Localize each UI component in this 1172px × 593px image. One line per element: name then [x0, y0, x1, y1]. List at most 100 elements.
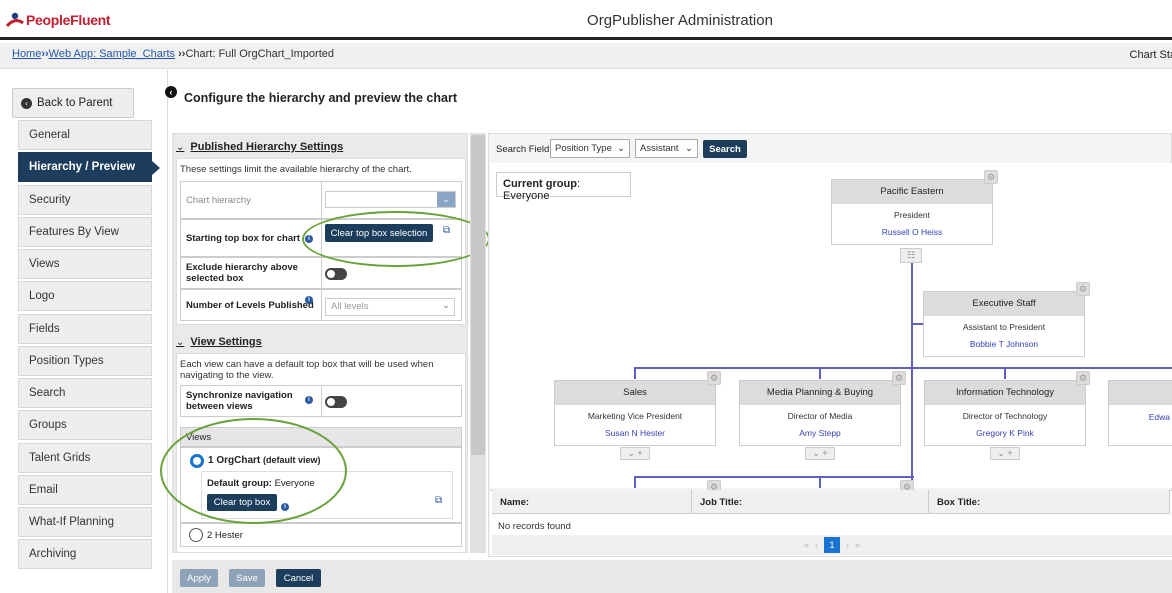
- save-button[interactable]: Save: [229, 569, 265, 587]
- view-radio[interactable]: [189, 528, 203, 542]
- gear-icon[interactable]: ⚙: [1076, 282, 1090, 296]
- org-box-title: Executive Staff: [924, 292, 1084, 316]
- levels-published-value: All levels: [331, 301, 369, 312]
- org-box-executive-staff[interactable]: Executive Staff Assistant to President B…: [923, 291, 1085, 357]
- breadcrumb-webapp-link[interactable]: Web App: Sample_Charts: [49, 48, 175, 60]
- collapse-expand-icon[interactable]: ⌄ +: [990, 447, 1020, 460]
- exclude-hierarchy-toggle[interactable]: [325, 268, 347, 280]
- view-settings-description: Each view can have a default top box tha…: [180, 359, 434, 381]
- collapse-panel-icon[interactable]: ‹: [165, 86, 177, 98]
- connector-line: [1004, 367, 1006, 379]
- org-box-job: Assistant to President: [962, 322, 1046, 332]
- highlight-oval: [160, 418, 347, 524]
- current-group-value: Everyone: [503, 190, 550, 202]
- chevron-down-icon: ⌄: [685, 143, 693, 154]
- nav-item-general[interactable]: General: [18, 120, 152, 150]
- nav-item-talent-grids[interactable]: Talent Grids: [18, 443, 152, 473]
- nav-item-groups[interactable]: Groups: [18, 410, 152, 440]
- search-field-select[interactable]: Position Type ⌄: [550, 139, 630, 158]
- page-number-button[interactable]: 1: [824, 537, 840, 553]
- collapse-expand-icon[interactable]: ⌄ +: [620, 447, 650, 460]
- starting-box-label: Starting top box for chart: [181, 220, 322, 256]
- search-button[interactable]: Search: [703, 140, 747, 158]
- org-box-person[interactable]: Amy Stepp: [740, 428, 900, 438]
- last-page-icon[interactable]: »: [855, 540, 860, 550]
- org-box-pacific-eastern[interactable]: Pacific Eastern President Russell O Heis…: [831, 179, 993, 245]
- chevron-down-icon[interactable]: ⌄: [437, 192, 455, 207]
- org-box-job: President: [894, 210, 930, 220]
- nav-item-security[interactable]: Security: [18, 185, 152, 215]
- org-box-title: Media Planning & Buying: [740, 381, 900, 405]
- breadcrumb-current: Chart: Full OrgChart_Imported: [185, 48, 334, 60]
- view-settings-header[interactable]: ⌄ View Settings: [176, 331, 466, 353]
- footer-bar: [172, 560, 1172, 593]
- org-box-job: Director of Technology: [962, 411, 1048, 421]
- nav-item-features-by-view[interactable]: Features By View: [18, 217, 152, 247]
- info-icon[interactable]: i: [305, 396, 313, 404]
- org-box-sales[interactable]: Sales Marketing Vice President Susan N H…: [554, 380, 716, 446]
- nav-item-fields[interactable]: Fields: [18, 314, 152, 344]
- org-box-title: Information Technology: [925, 381, 1085, 405]
- breadcrumb: Home››Web App: Sample_Charts ››Chart: Fu…: [0, 43, 1172, 69]
- org-box-person[interactable]: Susan N Hester: [555, 428, 715, 438]
- nav-item-views[interactable]: Views: [18, 249, 152, 279]
- gear-icon[interactable]: ⚙: [1076, 371, 1090, 385]
- nav-item-position-types[interactable]: Position Types: [18, 346, 152, 376]
- app-title: OrgPublisher Administration: [587, 12, 773, 29]
- nav-item-what-if-planning[interactable]: What-If Planning: [18, 507, 152, 537]
- levels-published-select[interactable]: All levels ⌄: [325, 298, 455, 316]
- highlight-oval: [302, 211, 490, 267]
- back-to-parent-button[interactable]: ‹ Back to Parent: [12, 88, 134, 118]
- prev-page-icon[interactable]: ‹: [815, 540, 818, 550]
- nav-item-hierarchy-preview[interactable]: Hierarchy / Preview: [18, 152, 160, 182]
- nav-item-search[interactable]: Search: [18, 378, 152, 408]
- org-box-information-technology[interactable]: Information Technology Director of Techn…: [924, 380, 1086, 446]
- org-box-person[interactable]: Gregory K Pink: [925, 428, 1085, 438]
- gear-icon[interactable]: ⚙: [892, 371, 906, 385]
- exclude-hierarchy-label: Exclude hierarchy above selected box: [181, 258, 322, 288]
- view-2-name: 2 Hester: [207, 530, 243, 541]
- connector-line: [634, 367, 1172, 369]
- gear-icon[interactable]: ⚙: [707, 371, 721, 385]
- back-to-parent-label: Back to Parent: [37, 97, 113, 109]
- published-description: These settings limit the available hiera…: [180, 164, 412, 175]
- breadcrumb-home-link[interactable]: Home: [12, 48, 41, 60]
- org-box-job: Marketing Vice President: [587, 411, 683, 421]
- org-box-title: Pacific Eastern: [832, 180, 992, 204]
- grid-col-job-title[interactable]: Job Title:: [692, 490, 929, 514]
- search-value: Assistant: [640, 143, 679, 154]
- org-box-partial[interactable]: Edwa: [1108, 380, 1172, 446]
- sync-navigation-toggle[interactable]: [325, 396, 347, 408]
- view-settings-title: View Settings: [190, 336, 262, 348]
- connector-line: [634, 476, 914, 478]
- nav-item-archiving[interactable]: Archiving: [18, 539, 152, 569]
- gear-icon[interactable]: ⚙: [984, 170, 998, 184]
- chevron-down-icon: ⌄: [617, 143, 625, 154]
- org-box-person[interactable]: Bobbie T Johnson: [924, 339, 1084, 349]
- grid-col-name[interactable]: Name:: [492, 490, 692, 514]
- expand-children-icon[interactable]: ☷: [900, 248, 922, 263]
- first-page-icon[interactable]: «: [804, 540, 809, 550]
- current-group-box: Current group: Everyone: [496, 172, 631, 202]
- nav-item-email[interactable]: Email: [18, 475, 152, 505]
- panel-scrollbar-thumb[interactable]: [471, 135, 485, 455]
- collapse-expand-icon[interactable]: ⌄ +: [805, 447, 835, 460]
- cancel-button[interactable]: Cancel: [276, 569, 321, 587]
- apply-button[interactable]: Apply: [180, 569, 218, 587]
- chart-hierarchy-label: Chart hierarchy: [181, 182, 322, 218]
- chevron-down-icon: ⌄: [442, 300, 450, 311]
- search-value-select[interactable]: Assistant ⌄: [635, 139, 698, 158]
- org-box-job: Director of Media: [787, 411, 853, 421]
- grid-col-box-title[interactable]: Box Title:: [929, 490, 1170, 514]
- org-box-person[interactable]: Russell O Heiss: [832, 227, 992, 237]
- org-box-media-planning[interactable]: Media Planning & Buying Director of Medi…: [739, 380, 901, 446]
- next-page-icon[interactable]: ›: [846, 540, 849, 550]
- external-link-icon[interactable]: ⧉: [435, 495, 442, 506]
- sync-navigation-label: Synchronize navigation between views: [181, 386, 322, 416]
- info-icon[interactable]: i: [305, 296, 313, 304]
- connector-line: [913, 323, 923, 325]
- connector-line: [819, 367, 821, 379]
- published-settings-header[interactable]: ⌄ Published Hierarchy Settings: [176, 136, 466, 158]
- org-box-person[interactable]: Edwa: [1109, 412, 1172, 422]
- nav-item-logo[interactable]: Logo: [18, 281, 152, 311]
